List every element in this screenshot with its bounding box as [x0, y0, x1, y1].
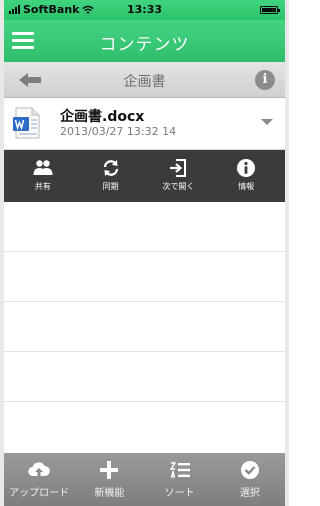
tab-upload[interactable]: アップロード [4, 453, 74, 506]
open-in-icon [170, 159, 187, 177]
info-icon [237, 159, 256, 177]
action-label: 情報 [238, 182, 255, 191]
sync-icon [103, 160, 118, 176]
content-list [4, 202, 285, 453]
info-button[interactable]: i [255, 70, 275, 90]
tab-label: 新機能 [94, 488, 125, 499]
status-time: 13:33 [126, 3, 162, 16]
info-action-button[interactable]: 情報 [217, 150, 275, 202]
share-button[interactable]: 共有 [14, 150, 72, 202]
sort-icon [169, 462, 190, 479]
phone-screen: SoftBank 13:33 コンテンツ 企画書 i 企画書.docx 2013… [0, 0, 289, 506]
file-name: 企画書.docx [60, 109, 145, 125]
tab-bar: アップロード 新機能 ソート 選択 [4, 453, 285, 506]
action-label: 共有 [34, 182, 51, 191]
tab-label: ソート [164, 488, 195, 499]
nav-bar: コンテンツ [4, 20, 285, 62]
status-bar: SoftBank 13:33 [4, 0, 285, 20]
action-label: 同期 [102, 182, 119, 191]
sub-header: 企画書 i [4, 62, 285, 98]
list-item [4, 302, 285, 352]
file-row[interactable]: 企画書.docx 2013/03/27 13:32 14 [4, 98, 285, 150]
cloud-upload-icon [28, 462, 50, 477]
action-bar: 共有 同期 次で開く 情報 [4, 150, 285, 202]
tab-label: 選択 [239, 488, 260, 499]
battery-icon [260, 6, 280, 14]
file-date: 2013/03/27 13:32 14 [60, 125, 177, 138]
list-item [4, 252, 285, 302]
sync-button[interactable]: 同期 [82, 150, 140, 202]
tab-label: アップロード [9, 488, 70, 499]
checkmark-icon [240, 461, 259, 479]
plus-icon [100, 461, 119, 479]
tab-select[interactable]: 選択 [215, 453, 285, 506]
chevron-down-icon[interactable] [261, 119, 273, 125]
nav-title: コンテンツ [99, 35, 190, 55]
word-doc-icon [13, 107, 40, 139]
share-users-icon [33, 160, 53, 175]
tab-sort[interactable]: ソート [145, 453, 215, 506]
action-label: 次で開く [162, 182, 195, 191]
list-item [4, 352, 285, 402]
folder-title: 企画書 [123, 74, 166, 90]
open-in-button[interactable]: 次で開く [149, 150, 207, 202]
tab-new-feature[interactable]: 新機能 [74, 453, 144, 506]
list-item [4, 202, 285, 252]
